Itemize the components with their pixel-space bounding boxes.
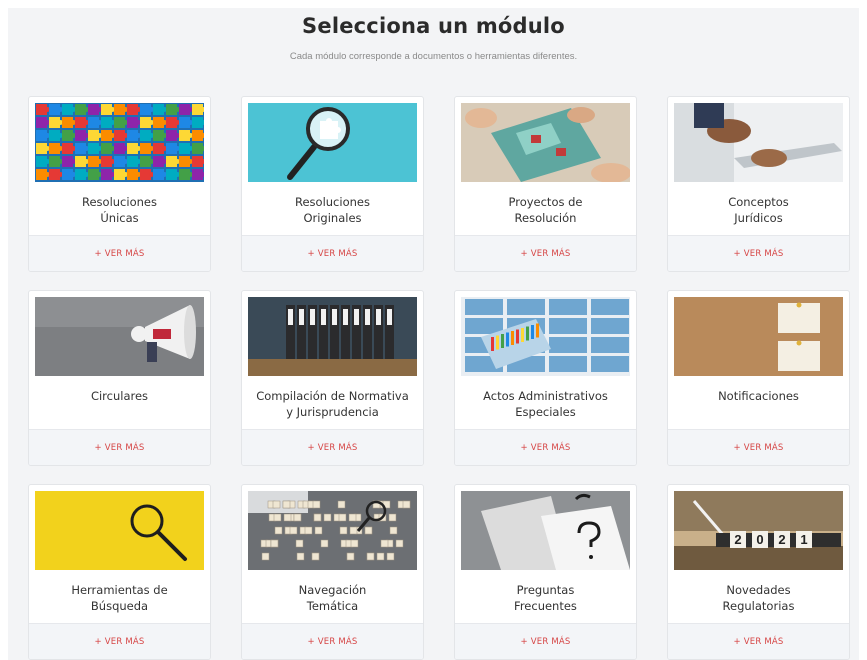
year-blocks-image: 2 0 2 1 (674, 491, 843, 570)
module-card-resoluciones-originales[interactable]: Resoluciones Originales + VER MÁS (241, 96, 424, 272)
tablet-hands-image (674, 103, 843, 182)
module-label: Herramientas de Búsqueda (71, 583, 168, 613)
ver-mas-link[interactable]: + VER MÁS (95, 637, 145, 647)
module-label: Compilación de Normativa y Jurisprudenci… (256, 389, 409, 419)
module-card-circulares[interactable]: Circulares + VER MÁS (28, 290, 211, 466)
page-title: Selecciona un módulo (302, 14, 565, 38)
ver-mas-link[interactable]: + VER MÁS (308, 443, 358, 453)
module-card-herramientas-busqueda[interactable]: Herramientas de Búsqueda + VER MÁS (28, 484, 211, 660)
module-label: Resoluciones Originales (295, 195, 370, 225)
file-drawers-image (461, 297, 630, 376)
module-card-preguntas-frecuentes[interactable]: Preguntas Frecuentes + VER MÁS (454, 484, 637, 660)
module-card-compilacion-normativa[interactable]: Compilación de Normativa y Jurisprudenci… (241, 290, 424, 466)
ver-mas-link[interactable]: + VER MÁS (521, 637, 571, 647)
ver-mas-link[interactable]: + VER MÁS (521, 443, 571, 453)
module-label: Novedades Regulatorias (722, 583, 795, 613)
module-label: Preguntas Frecuentes (514, 583, 577, 613)
year-digit: 0 (756, 532, 763, 547)
module-label: Notificaciones (718, 389, 799, 403)
letter-tiles-image (248, 491, 417, 570)
module-label: Conceptos Jurídicos (728, 195, 789, 225)
question-cards-image (461, 491, 630, 570)
module-card-proyectos-de-resolucion[interactable]: Proyectos de Resolución + VER MÁS (454, 96, 637, 272)
binders-image (248, 297, 417, 376)
puzzle-pieces-image (35, 103, 204, 182)
ver-mas-link[interactable]: + VER MÁS (308, 249, 358, 259)
module-label: Navegación Temática (298, 583, 367, 613)
ver-mas-link[interactable]: + VER MÁS (308, 637, 358, 647)
ver-mas-link[interactable]: + VER MÁS (734, 443, 784, 453)
module-label: Actos Administrativos Especiales (483, 389, 608, 419)
module-card-navegacion-tematica[interactable]: Navegación Temática + VER MÁS (241, 484, 424, 660)
magnifier-yellow-image (35, 491, 204, 570)
hands-puzzle-image (461, 103, 630, 182)
module-card-novedades-regulatorias[interactable]: 2 0 2 1 Novedades Regulatorias + VER MÁS (667, 484, 850, 660)
module-card-actos-administrativos[interactable]: Actos Administrativos Especiales + VER M… (454, 290, 637, 466)
ver-mas-link[interactable]: + VER MÁS (734, 637, 784, 647)
year-digit: 2 (734, 532, 741, 547)
module-card-resoluciones-unicas[interactable]: Resoluciones Únicas + VER MÁS (28, 96, 211, 272)
magnifier-puzzle-image (248, 103, 417, 182)
module-label: Resoluciones Únicas (82, 195, 157, 225)
ver-mas-link[interactable]: + VER MÁS (734, 249, 784, 259)
ver-mas-link[interactable]: + VER MÁS (95, 443, 145, 453)
page-subtitle: Cada módulo corresponde a documentos o h… (289, 51, 578, 62)
module-card-conceptos-juridicos[interactable]: Conceptos Jurídicos + VER MÁS (667, 96, 850, 272)
year-digit: 2 (778, 532, 785, 547)
module-selection-page: Selecciona un módulo Cada módulo corresp… (8, 8, 859, 660)
megaphone-image (35, 297, 204, 376)
ver-mas-link[interactable]: + VER MÁS (95, 249, 145, 259)
module-card-notificaciones[interactable]: Notificaciones + VER MÁS (667, 290, 850, 466)
year-digit: 1 (800, 532, 807, 547)
ver-mas-link[interactable]: + VER MÁS (521, 249, 571, 259)
module-label: Circulares (90, 389, 149, 403)
module-label: Proyectos de Resolución (508, 195, 583, 225)
cork-board-image (674, 297, 843, 376)
